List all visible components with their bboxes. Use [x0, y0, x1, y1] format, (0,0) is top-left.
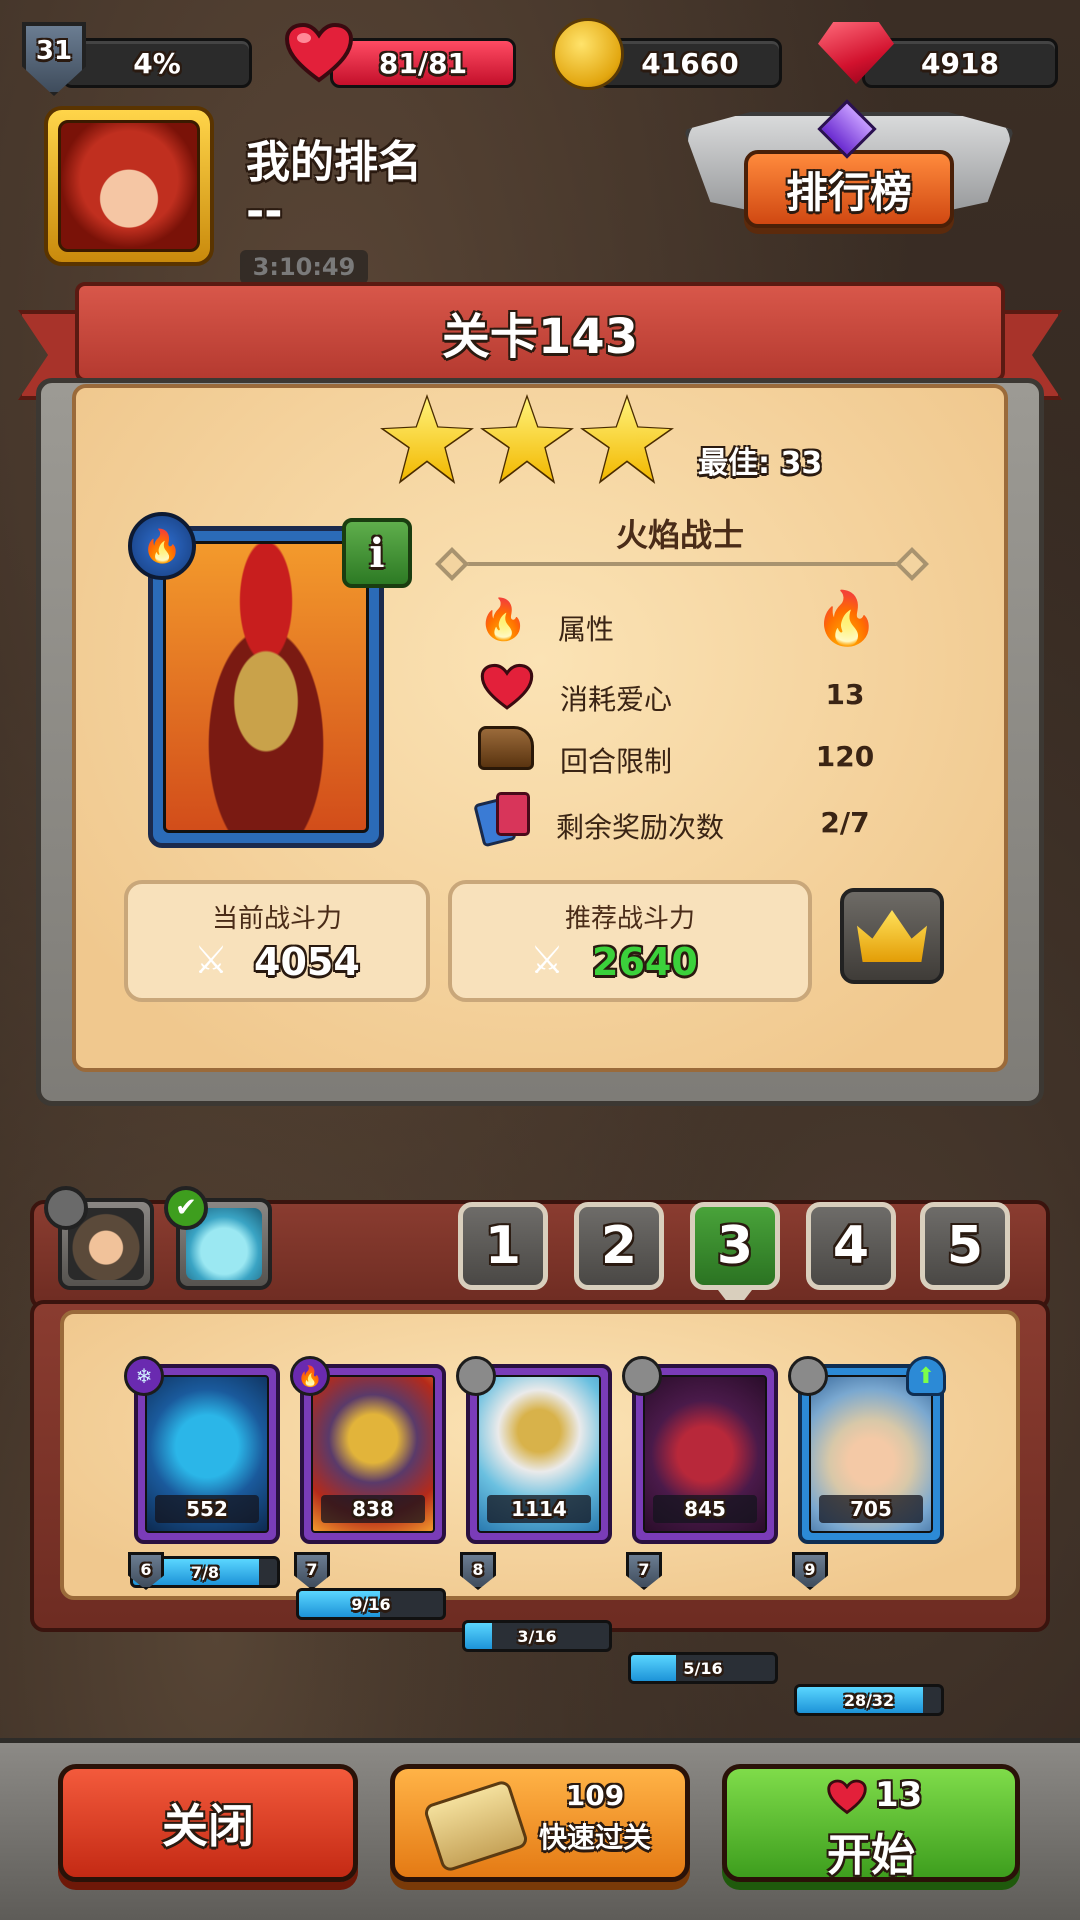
hero-2-fire-icon: 🔥: [290, 1356, 330, 1396]
recommended-power-sword-icon: ⚔: [530, 938, 565, 982]
name-divider: [452, 562, 912, 566]
quick-clear-button[interactable]: 109 快速过关: [390, 1764, 690, 1882]
hero-3-progress-bar: 3/16: [462, 1620, 612, 1652]
hero-3-power: 1114: [487, 1495, 591, 1523]
hero-3-progress: 3/16: [517, 1626, 557, 1646]
player-avatar[interactable]: [44, 106, 214, 266]
start-button[interactable]: 13 开始: [722, 1764, 1020, 1882]
hp-bar: 81/81: [330, 38, 516, 88]
team-tab-5[interactable]: 5: [920, 1202, 1010, 1290]
team-tab-4[interactable]: 4: [806, 1202, 896, 1290]
attribute-fire-icon: 🔥: [814, 589, 879, 649]
team-tab-2[interactable]: 2: [574, 1202, 664, 1290]
quick-clear-label: 快速过关: [538, 1821, 651, 1854]
team-tab-4-label: 4: [832, 1216, 870, 1276]
close-button[interactable]: 关闭: [58, 1764, 358, 1882]
hero-5-power: 705: [819, 1495, 923, 1523]
hero-4-power: 845: [653, 1495, 757, 1523]
quick-clear-count: 109: [565, 1779, 625, 1812]
ranking-button-label: 排行榜: [785, 167, 912, 217]
boss-name: 火焰战士: [615, 516, 744, 554]
hero-4-neutral-icon: [622, 1356, 662, 1396]
cards-icon: [473, 792, 534, 848]
stat-reward-value: 2/7: [820, 806, 870, 839]
team-tab-2-label: 2: [600, 1216, 638, 1276]
crown-icon: [857, 910, 927, 962]
avatar-portrait: [58, 120, 200, 252]
ranking-button[interactable]: 排行榜: [744, 150, 954, 228]
best-score: 最佳: 33: [698, 446, 823, 481]
stat-attribute-icon: 🔥: [478, 597, 528, 643]
current-power-sword-icon: ⚔: [194, 938, 229, 982]
info-label: i: [369, 529, 385, 577]
current-power-value: 4054: [254, 940, 360, 984]
stage-title-ribbon: 关卡143: [75, 282, 1005, 382]
xp-percent: 4%: [133, 46, 181, 80]
stat-turn-value: 120: [815, 740, 875, 773]
stat-heart-value: 13: [825, 678, 865, 711]
stat-heart-label: 消耗爱心: [560, 683, 673, 716]
fire-element-icon: 🔥: [128, 512, 196, 580]
stat-attribute-label: 属性: [558, 613, 615, 646]
team-tab-3-label: 3: [716, 1216, 754, 1276]
start-button-label: 开始: [827, 1830, 915, 1881]
boss-portrait: [163, 541, 369, 833]
hero-2-power: 838: [321, 1495, 425, 1523]
my-rank-label: 我的排名: [246, 137, 422, 188]
crown-rewards-button[interactable]: [840, 888, 944, 984]
current-power-label: 当前战斗力: [211, 904, 342, 934]
team-tab-3[interactable]: 3: [690, 1202, 780, 1290]
gem-value: 4918: [921, 46, 999, 80]
heart-cost-icon: [480, 663, 534, 710]
boot-icon: [478, 726, 534, 770]
start-heart-cost-icon: [827, 1779, 867, 1815]
hero-2-progress: 9/16: [351, 1594, 391, 1614]
hero-1-power: 552: [155, 1495, 259, 1523]
coin-value: 41660: [641, 46, 739, 80]
timer-badge: 3:10:49: [240, 250, 368, 284]
hero-5-upgrade-arrow-icon: ⬆: [906, 1356, 946, 1396]
recommended-power-label: 推荐战斗力: [564, 904, 695, 934]
check-icon: ✔: [164, 1186, 208, 1230]
start-cost: 13: [875, 1775, 923, 1815]
hero-3-neutral-icon: [456, 1356, 496, 1396]
hero-4-progress: 5/16: [683, 1658, 723, 1678]
player-level: 31: [35, 36, 73, 66]
stage-title: 关卡143: [441, 309, 639, 365]
helper-empty-slot-icon: [44, 1186, 88, 1230]
coin-bar: 41660: [598, 38, 782, 88]
hero-5-neutral-icon: [788, 1356, 828, 1396]
scroll-icon: [422, 1778, 530, 1874]
my-rank-value: --: [246, 186, 283, 237]
heart-icon[interactable]: [284, 22, 354, 84]
recommended-power-value: 2640: [592, 940, 698, 984]
boss-info-button[interactable]: i: [342, 518, 412, 588]
hero-5-progress: 28/32: [843, 1690, 895, 1710]
hero-4-progress-bar: 5/16: [628, 1652, 778, 1684]
hero-5-progress-bar: 28/32: [794, 1684, 944, 1716]
close-button-label: 关闭: [162, 1799, 254, 1853]
hp-value: 81/81: [378, 46, 468, 80]
team-tab-5-label: 5: [946, 1216, 984, 1276]
stat-reward-label: 剩余奖励次数: [556, 811, 725, 844]
stat-turn-label: 回合限制: [560, 745, 673, 778]
xp-bar: 4%: [62, 38, 252, 88]
team-tab-1[interactable]: 1: [458, 1202, 548, 1290]
team-tab-1-label: 1: [484, 1216, 522, 1276]
coin-icon[interactable]: [552, 18, 624, 90]
hero-1-ice-icon: ❄: [124, 1356, 164, 1396]
hero-2-progress-bar: 9/16: [296, 1588, 446, 1620]
timer: 3:10:49: [252, 253, 356, 281]
